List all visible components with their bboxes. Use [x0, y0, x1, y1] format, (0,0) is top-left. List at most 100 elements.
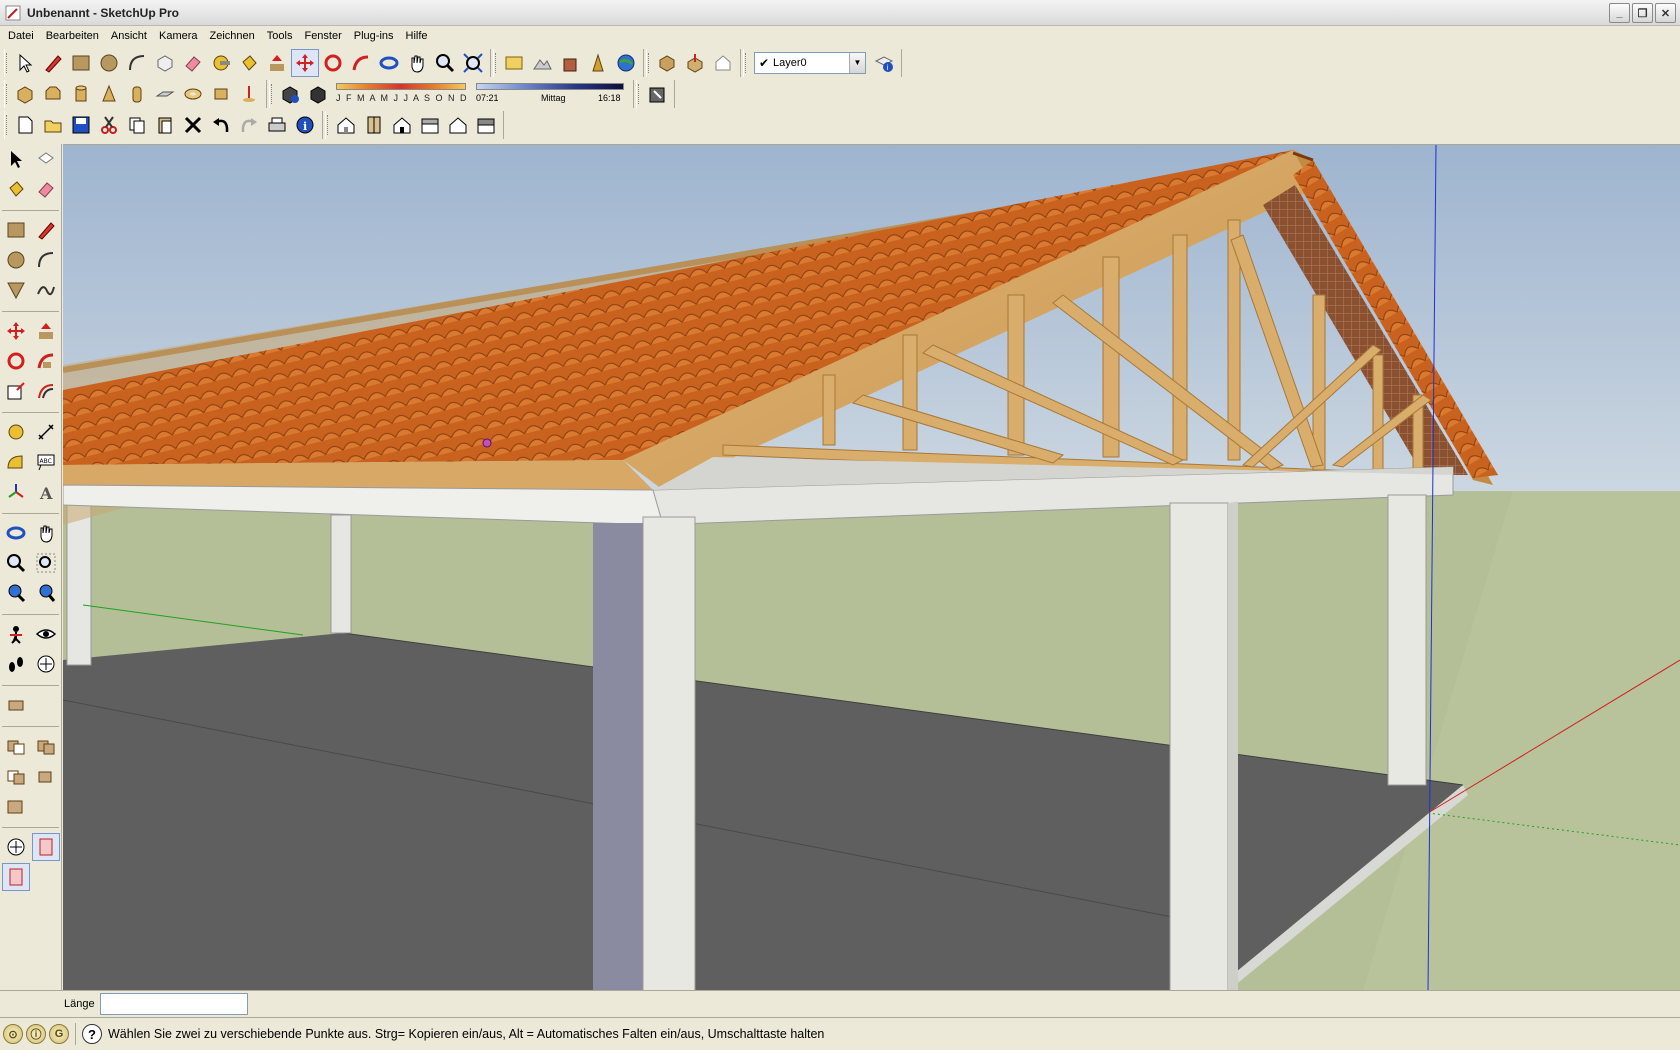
- lt-freehand-button[interactable]: [32, 276, 60, 304]
- credits-icon[interactable]: ⓘ: [26, 1024, 46, 1044]
- menu-bearbeiten[interactable]: Bearbeiten: [40, 26, 105, 46]
- copy-button[interactable]: [123, 111, 151, 139]
- cone-button[interactable]: [95, 80, 123, 108]
- lt-eraser-button[interactable]: [32, 175, 60, 203]
- shadow-date-time-sliders[interactable]: J F M A M J J A S O N D 07:21 Mittag 16:…: [336, 81, 626, 107]
- user-account-icon[interactable]: G: [49, 1024, 69, 1044]
- paste-button[interactable]: [151, 111, 179, 139]
- layer-dropdown[interactable]: ✔ Layer0 ▼: [754, 51, 866, 74]
- lt-layer-button[interactable]: [2, 691, 30, 719]
- cut-button[interactable]: [95, 111, 123, 139]
- lt-axes-button[interactable]: [2, 478, 30, 506]
- front-view-button[interactable]: [388, 111, 416, 139]
- new-file-button[interactable]: [11, 111, 39, 139]
- make-component-button[interactable]: [151, 49, 179, 77]
- orbit-tool-button[interactable]: [375, 49, 403, 77]
- google-earth-button[interactable]: [612, 49, 640, 77]
- model-viewport[interactable]: [63, 144, 1680, 990]
- lt-circle-button[interactable]: [2, 246, 30, 274]
- open-file-button[interactable]: [39, 111, 67, 139]
- push-pull-button[interactable]: [263, 49, 291, 77]
- print-button[interactable]: [263, 111, 291, 139]
- lt-solid-split-button[interactable]: [2, 792, 30, 820]
- minimize-button[interactable]: _: [1609, 3, 1630, 23]
- menu-ansicht[interactable]: Ansicht: [105, 26, 153, 46]
- box-primitive-button[interactable]: [11, 80, 39, 108]
- share-model-button[interactable]: [584, 49, 612, 77]
- lt-previous-view-button[interactable]: [2, 579, 30, 607]
- lt-section-button[interactable]: [32, 650, 60, 678]
- lt-pan-button[interactable]: [32, 519, 60, 547]
- model-info-button[interactable]: i: [291, 111, 319, 139]
- zoom-extents-button[interactable]: [459, 49, 487, 77]
- plane-button[interactable]: [151, 80, 179, 108]
- eraser-tool-button[interactable]: [179, 49, 207, 77]
- shadow-settings-button[interactable]: [276, 80, 304, 108]
- follow-me-button[interactable]: [347, 49, 375, 77]
- extrude-button[interactable]: [235, 80, 263, 108]
- time-slider[interactable]: [476, 82, 624, 90]
- restore-button[interactable]: ❐: [1632, 3, 1653, 23]
- lt-paint-button[interactable]: [2, 175, 30, 203]
- cylinder-button[interactable]: [67, 80, 95, 108]
- lt-push-pull-button[interactable]: [32, 317, 60, 345]
- helix-button[interactable]: [207, 80, 235, 108]
- lt-offset-button[interactable]: [32, 377, 60, 405]
- delete-button[interactable]: [179, 111, 207, 139]
- lt-polygon-button[interactable]: [2, 276, 30, 304]
- outliner-button[interactable]: [681, 49, 709, 77]
- lt-zoom-button[interactable]: [2, 549, 30, 577]
- lt-arc-button[interactable]: [32, 246, 60, 274]
- lt-section-display-button[interactable]: [2, 833, 30, 861]
- lt-position-camera-button[interactable]: [2, 620, 30, 648]
- lt-solid-subtract-button[interactable]: [32, 732, 60, 760]
- lt-text-button[interactable]: ABC: [32, 448, 60, 476]
- add-location-button[interactable]: [500, 49, 528, 77]
- back-view-button[interactable]: [444, 111, 472, 139]
- zoom-tool-button[interactable]: [431, 49, 459, 77]
- lt-protractor-button[interactable]: [2, 448, 30, 476]
- menu-tools[interactable]: Tools: [261, 26, 299, 46]
- lt-follow-me-button[interactable]: [32, 347, 60, 375]
- geo-location-icon[interactable]: ⊙: [3, 1024, 23, 1044]
- redo-button[interactable]: [235, 111, 263, 139]
- prism-button[interactable]: [39, 80, 67, 108]
- circle-tool-button[interactable]: [95, 49, 123, 77]
- lt-rotate-button[interactable]: [2, 347, 30, 375]
- top-view-button[interactable]: [360, 111, 388, 139]
- lt-scale-button[interactable]: [2, 377, 30, 405]
- lt-solid-intersect-button[interactable]: [2, 762, 30, 790]
- lt-dimension-button[interactable]: [32, 418, 60, 446]
- rectangle-tool-button[interactable]: [67, 49, 95, 77]
- toggle-terrain-button[interactable]: [528, 49, 556, 77]
- select-tool-button[interactable]: [11, 49, 39, 77]
- lt-section-fill-button[interactable]: [2, 863, 30, 891]
- lt-walk-button[interactable]: [2, 650, 30, 678]
- lt-look-around-button[interactable]: [32, 620, 60, 648]
- layer-manager-button[interactable]: i: [870, 49, 898, 77]
- menu-zeichnen[interactable]: Zeichnen: [204, 26, 261, 46]
- undo-button[interactable]: [207, 111, 235, 139]
- line-tool-button[interactable]: [39, 49, 67, 77]
- lt-zoom-window-button[interactable]: [32, 549, 60, 577]
- measurement-input[interactable]: [100, 993, 248, 1015]
- lt-zoom-extents-button[interactable]: [32, 579, 60, 607]
- tape-measure-button[interactable]: [207, 49, 235, 77]
- month-slider[interactable]: [336, 82, 466, 90]
- get-models-button[interactable]: [556, 49, 584, 77]
- menu-plugins[interactable]: Plug-ins: [348, 26, 400, 46]
- lt-orbit-button[interactable]: [2, 519, 30, 547]
- scene-canvas[interactable]: [63, 145, 1680, 990]
- components-button[interactable]: [653, 49, 681, 77]
- lt-section-cut-button[interactable]: [32, 833, 60, 861]
- toggle-shadows-button[interactable]: [304, 80, 332, 108]
- lt-3d-text-button[interactable]: A: [32, 478, 60, 506]
- lt-move-button[interactable]: [2, 317, 30, 345]
- menu-hilfe[interactable]: Hilfe: [400, 26, 434, 46]
- menu-kamera[interactable]: Kamera: [153, 26, 204, 46]
- pan-tool-button[interactable]: [403, 49, 431, 77]
- dynamic-component-button[interactable]: [709, 49, 737, 77]
- save-button[interactable]: [67, 111, 95, 139]
- tube-button[interactable]: [123, 80, 151, 108]
- lt-rectangle-button[interactable]: [2, 216, 30, 244]
